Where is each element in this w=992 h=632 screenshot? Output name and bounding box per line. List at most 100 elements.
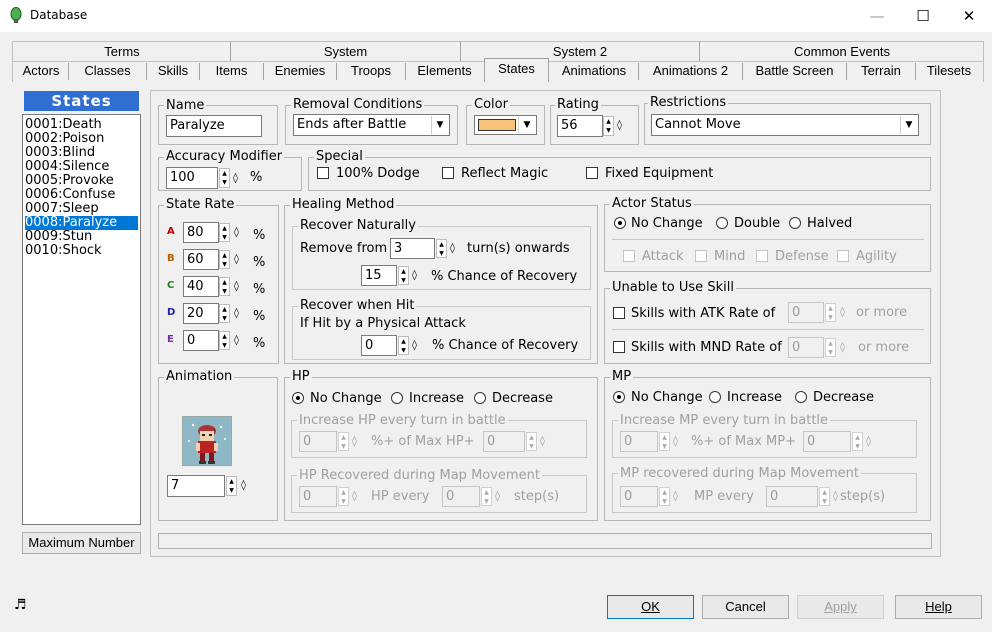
spinner-arrows-icon[interactable]: ◊ — [617, 118, 622, 133]
chevron-down-icon[interactable]: ▼ — [900, 116, 917, 134]
defense-checkbox[interactable] — [756, 250, 768, 262]
tab-actors[interactable]: Actors — [14, 61, 68, 81]
tab-battle-screen[interactable]: Battle Screen — [743, 61, 846, 81]
hit-chance-spinner[interactable]: ▲ ▼ — [398, 336, 409, 355]
fixed-equipment-checkbox[interactable] — [586, 167, 598, 179]
animation-input[interactable]: 7 — [167, 475, 225, 497]
restrictions-select[interactable]: Cannot Move ▼ — [651, 114, 919, 136]
accuracy-input[interactable]: 100 — [166, 167, 218, 189]
mp-rec-spinner[interactable]: ▲ ▼ — [659, 487, 670, 506]
mp-inc-plus-input[interactable]: 0 — [803, 431, 851, 452]
spinner-arrows-icon[interactable]: ◊ — [233, 171, 238, 186]
spinner-arrows-icon[interactable]: ◊ — [833, 489, 838, 504]
atk-rate-checkbox[interactable] — [613, 307, 625, 319]
tab-enemies[interactable]: Enemies — [264, 61, 336, 81]
spinner-arrows-icon[interactable]: ◊ — [352, 489, 357, 504]
tab-troops[interactable]: Troops — [337, 61, 405, 81]
tab-terms[interactable]: Terms — [14, 42, 230, 62]
ok-button[interactable]: OK — [607, 595, 694, 619]
tab-states[interactable]: States — [484, 58, 549, 82]
list-item[interactable]: 0010:Shock — [25, 244, 138, 258]
color-select[interactable]: ▼ — [474, 115, 537, 135]
states-list[interactable]: 0001:Death 0002:Poison 0003:Blind 0004:S… — [22, 114, 141, 525]
spinner-arrows-icon[interactable]: ◊ — [234, 225, 239, 240]
tab-animations[interactable]: Animations — [550, 61, 638, 81]
mnd-rate-spinner[interactable]: ▲ ▼ — [825, 338, 836, 357]
tab-elements[interactable]: Elements — [406, 61, 483, 81]
apply-button[interactable]: Apply — [797, 595, 884, 619]
spinner-arrows-icon[interactable]: ◊ — [673, 434, 678, 449]
spinner-arrows-icon[interactable]: ◊ — [495, 489, 500, 504]
tab-skills[interactable]: Skills — [147, 61, 199, 81]
mp-inc-plus-spinner[interactable]: ▲ ▼ — [852, 432, 863, 451]
list-item[interactable]: 0003:Blind — [25, 146, 138, 160]
hp-rec-steps-input[interactable]: 0 — [442, 486, 480, 507]
tab-system[interactable]: System — [231, 42, 460, 62]
mp-no-change-radio[interactable] — [613, 391, 625, 403]
rate-e-input[interactable]: 0 — [183, 330, 219, 351]
spinner-arrows-icon[interactable]: ◊ — [412, 338, 417, 353]
tab-tilesets[interactable]: Tilesets — [916, 61, 982, 81]
hp-inc-plus-spinner[interactable]: ▲ ▼ — [526, 432, 537, 451]
spinner-arrows-icon[interactable]: ◊ — [540, 434, 545, 449]
rate-c-spinner[interactable]: ▲ ▼ — [219, 277, 230, 296]
chevron-down-icon[interactable]: ▼ — [431, 116, 448, 134]
recovery-chance-input[interactable]: 15 — [361, 265, 397, 286]
minimize-button[interactable]: — — [854, 0, 900, 32]
spinner-arrows-icon[interactable]: ◊ — [450, 241, 455, 256]
list-item[interactable]: 0007:Sleep — [25, 202, 138, 216]
spinner-arrows-icon[interactable]: ◊ — [234, 252, 239, 267]
mp-inc-spinner[interactable]: ▲ ▼ — [659, 432, 670, 451]
spinner-arrows-icon[interactable]: ◊ — [241, 478, 246, 493]
atk-rate-input[interactable]: 0 — [788, 302, 824, 323]
help-button[interactable]: Help — [895, 595, 982, 619]
rate-e-spinner[interactable]: ▲ ▼ — [219, 331, 230, 350]
tab-terrain[interactable]: Terrain — [847, 61, 915, 81]
list-item[interactable]: 0002:Poison — [25, 132, 138, 146]
list-item[interactable]: 0005:Provoke — [25, 174, 138, 188]
mp-inc-value-input[interactable]: 0 — [620, 431, 658, 452]
list-item[interactable]: 0004:Silence — [25, 160, 138, 174]
name-input[interactable]: Paralyze — [166, 115, 262, 137]
hp-rec-value-input[interactable]: 0 — [299, 486, 337, 507]
tab-animations-2[interactable]: Animations 2 — [639, 61, 742, 81]
recovery-chance-spinner[interactable]: ▲ ▼ — [398, 266, 409, 285]
mp-rec-steps-input[interactable]: 0 — [766, 486, 818, 507]
dodge-checkbox[interactable] — [317, 167, 329, 179]
mind-checkbox[interactable] — [695, 250, 707, 262]
hp-inc-spinner[interactable]: ▲ ▼ — [338, 432, 349, 451]
hp-inc-value-input[interactable]: 0 — [299, 431, 337, 452]
mp-decrease-radio[interactable] — [795, 391, 807, 403]
cancel-button[interactable]: Cancel — [702, 595, 789, 619]
tab-common-events[interactable]: Common Events — [700, 42, 984, 62]
hp-increase-radio[interactable] — [391, 392, 403, 404]
spinner-arrows-icon[interactable]: ◊ — [412, 268, 417, 283]
list-item-selected[interactable]: 0008:Paralyze — [25, 216, 138, 230]
rating-spinner[interactable]: ▲ ▼ — [603, 116, 614, 136]
maximum-number-button[interactable]: Maximum Number — [22, 532, 141, 554]
turns-input[interactable]: 3 — [390, 238, 435, 259]
animation-spinner[interactable]: ▲ ▼ — [226, 476, 237, 496]
agility-checkbox[interactable] — [837, 250, 849, 262]
list-item[interactable]: 0001:Death — [25, 118, 138, 132]
hp-rec-spinner[interactable]: ▲ ▼ — [338, 487, 349, 506]
spinner-arrows-icon[interactable]: ◊ — [352, 434, 357, 449]
hp-decrease-radio[interactable] — [474, 392, 486, 404]
actor-no-change-radio[interactable] — [614, 217, 626, 229]
rate-d-spinner[interactable]: ▲ ▼ — [219, 304, 230, 323]
rate-a-spinner[interactable]: ▲ ▼ — [219, 223, 230, 242]
spinner-arrows-icon[interactable]: ◊ — [840, 305, 845, 320]
spinner-arrows-icon[interactable]: ◊ — [234, 333, 239, 348]
attack-checkbox[interactable] — [623, 250, 635, 262]
rating-input[interactable]: 56 — [557, 115, 603, 137]
actor-halved-radio[interactable] — [789, 217, 801, 229]
removal-select[interactable]: Ends after Battle ▼ — [293, 114, 450, 136]
spinner-arrows-icon[interactable]: ◊ — [673, 489, 678, 504]
spinner-arrows-icon[interactable]: ◊ — [234, 279, 239, 294]
hp-inc-plus-input[interactable]: 0 — [483, 431, 525, 452]
tab-classes[interactable]: Classes — [69, 61, 146, 81]
rate-d-input[interactable]: 20 — [183, 303, 219, 324]
list-item[interactable]: 0006:Confuse — [25, 188, 138, 202]
spinner-arrows-icon[interactable]: ◊ — [840, 340, 845, 355]
rate-b-spinner[interactable]: ▲ ▼ — [219, 250, 230, 269]
